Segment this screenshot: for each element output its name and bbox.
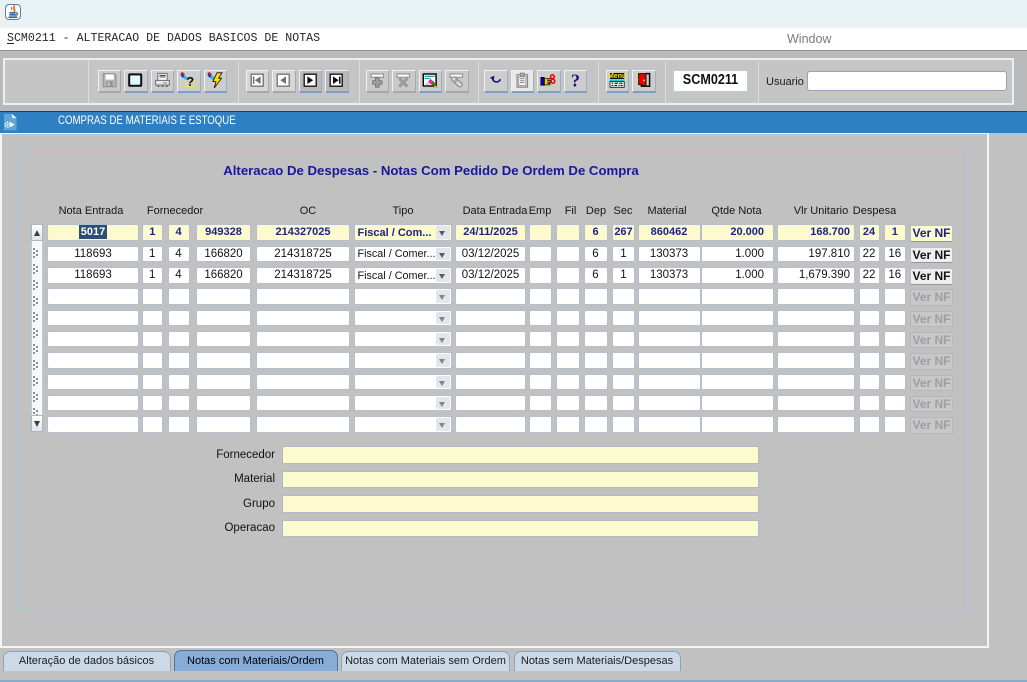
svg-text:Menu: Menu (609, 73, 626, 80)
svg-text:?: ? (186, 74, 194, 89)
svg-text:?: ? (571, 72, 580, 89)
